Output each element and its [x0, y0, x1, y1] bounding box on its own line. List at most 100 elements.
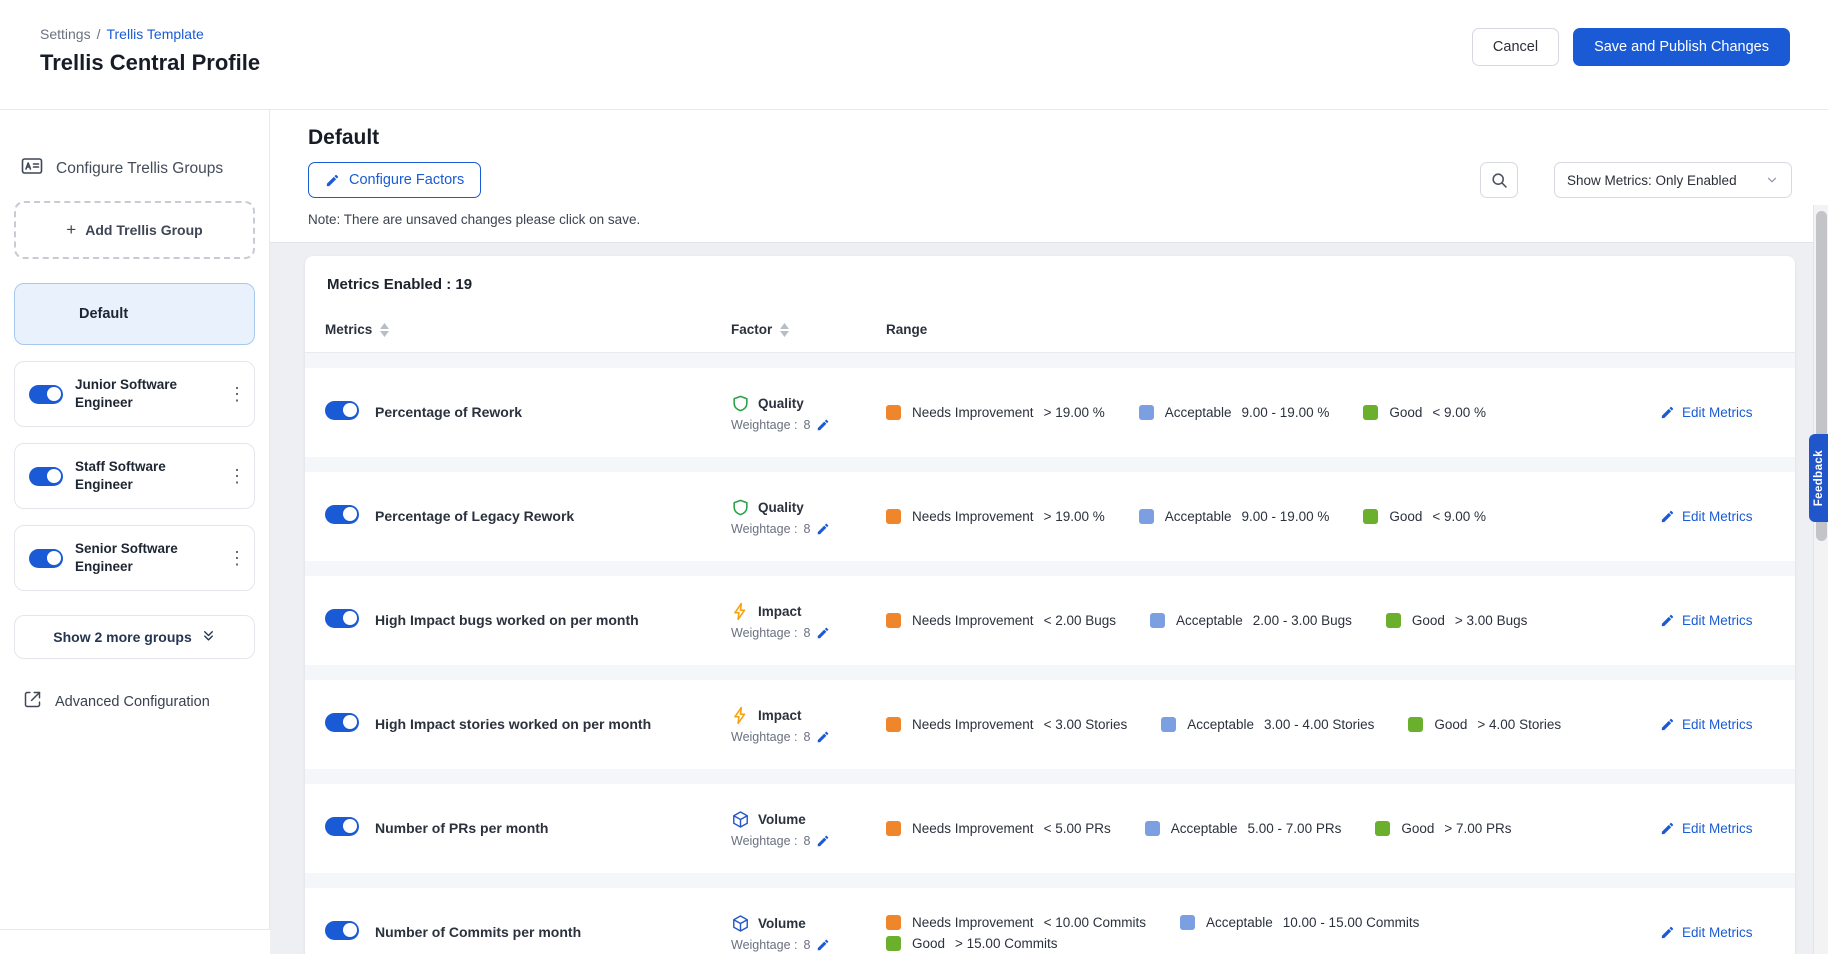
- unsaved-changes-note: Note: There are unsaved changes please c…: [308, 212, 1792, 242]
- range-value: 9.00 - 19.00 %: [1242, 509, 1330, 524]
- sidebar-item-default-group[interactable]: Default: [14, 283, 255, 345]
- column-header-range: Range: [886, 322, 1660, 337]
- edit-weightage-icon[interactable]: [816, 834, 830, 848]
- search-button[interactable]: [1480, 162, 1518, 198]
- range-color-swatch: [1180, 915, 1195, 930]
- metric-enabled-toggle[interactable]: [325, 713, 359, 732]
- factor-icon: [731, 394, 750, 413]
- range-value: < 2.00 Bugs: [1044, 613, 1116, 628]
- group-enabled-toggle[interactable]: [29, 467, 63, 486]
- configure-factors-button[interactable]: Configure Factors: [308, 162, 481, 198]
- vertical-scrollbar-track[interactable]: [1813, 205, 1828, 954]
- group-enabled-toggle[interactable]: [29, 549, 63, 568]
- metrics-card: Metrics Enabled : 19 Metrics Factor: [305, 256, 1795, 954]
- metric-enabled-toggle[interactable]: [325, 401, 359, 420]
- save-publish-button[interactable]: Save and Publish Changes: [1573, 28, 1790, 66]
- edit-pencil-icon: [1660, 821, 1675, 836]
- range-label: Acceptable: [1165, 509, 1232, 524]
- range-value: < 3.00 Stories: [1044, 717, 1128, 732]
- kebab-menu-icon[interactable]: ⋮: [226, 466, 248, 487]
- range-color-swatch: [1150, 613, 1165, 628]
- feedback-tab[interactable]: Feedback: [1809, 434, 1828, 522]
- factor-cell: Impact Weightage : 8: [731, 602, 886, 640]
- table-body: Percentage of Rework: [305, 353, 1795, 954]
- column-header-factor: Factor: [731, 322, 886, 337]
- metric-enabled-toggle[interactable]: [325, 817, 359, 836]
- range-acceptable: Acceptable 9.00 - 19.00 %: [1139, 509, 1330, 524]
- feedback-tab-label: Feedback: [1813, 450, 1825, 506]
- factor-name: Quality: [758, 396, 804, 411]
- edit-weightage-icon[interactable]: [816, 626, 830, 640]
- range-good: Good > 15.00 Commits: [886, 936, 1057, 951]
- range-color-swatch: [1161, 717, 1176, 732]
- edit-metrics-button[interactable]: Edit Metrics: [1660, 925, 1795, 940]
- range-label: Good: [1401, 821, 1434, 836]
- group-enabled-toggle[interactable]: [29, 385, 63, 404]
- range-acceptable: Acceptable 10.00 - 15.00 Commits: [1180, 915, 1419, 930]
- edit-metrics-button[interactable]: Edit Metrics: [1660, 509, 1795, 524]
- breadcrumb: Settings / Trellis Template: [40, 26, 260, 42]
- edit-weightage-icon[interactable]: [816, 938, 830, 952]
- range-color-swatch: [1375, 821, 1390, 836]
- main-header: Default Configure Factors: [270, 110, 1828, 242]
- metric-name-cell: High Impact stories worked on per month: [375, 716, 731, 734]
- weightage-value: 8: [803, 730, 810, 744]
- metric-name-cell: High Impact bugs worked on per month: [375, 612, 731, 630]
- cancel-button[interactable]: Cancel: [1472, 28, 1559, 66]
- metric-enabled-toggle[interactable]: [325, 609, 359, 628]
- show-more-groups-button[interactable]: Show 2 more groups: [14, 615, 255, 659]
- sort-metrics-icon[interactable]: [380, 323, 389, 337]
- edit-metrics-button[interactable]: Edit Metrics: [1660, 405, 1795, 420]
- edit-pencil-icon: [1660, 405, 1675, 420]
- kebab-menu-icon[interactable]: ⋮: [226, 548, 248, 569]
- metric-table-row: Number of Commits per month: [305, 888, 1795, 954]
- edit-pencil-icon: [1660, 717, 1675, 732]
- factor-cell: Quality Weightage : 8: [731, 498, 886, 536]
- edit-metrics-button[interactable]: Edit Metrics: [1660, 821, 1795, 836]
- show-metrics-filter-select[interactable]: Show Metrics: Only Enabled: [1554, 162, 1792, 198]
- trellis-settings-page: Settings / Trellis Template Trellis Cent…: [0, 0, 1828, 954]
- range-color-swatch: [1139, 509, 1154, 524]
- edit-weightage-icon[interactable]: [816, 418, 830, 432]
- range-color-swatch: [886, 613, 901, 628]
- edit-weightage-icon[interactable]: [816, 522, 830, 536]
- metrics-header-label: Metrics: [325, 322, 372, 337]
- add-trellis-group-button[interactable]: + Add Trellis Group: [14, 201, 255, 259]
- metric-toggle-cell: [305, 401, 375, 425]
- sidebar-group-card[interactable]: Junior Software Engineer ⋮: [14, 361, 255, 427]
- sort-factor-icon[interactable]: [780, 323, 789, 337]
- groups-card-icon: [20, 154, 44, 183]
- advanced-configuration-button[interactable]: Advanced Configuration: [14, 689, 255, 714]
- metric-table-row: Percentage of Rework: [305, 368, 1795, 457]
- edit-metrics-button[interactable]: Edit Metrics: [1660, 717, 1795, 732]
- range-value: > 15.00 Commits: [955, 936, 1057, 951]
- breadcrumb-settings-link[interactable]: Settings: [40, 26, 91, 42]
- factor-icon: [731, 914, 750, 933]
- edit-weightage-icon[interactable]: [816, 730, 830, 744]
- group-list: Junior Software Engineer ⋮ Staff Softwar…: [14, 361, 255, 591]
- range-good: Good > 7.00 PRs: [1375, 821, 1511, 836]
- add-trellis-group-label: Add Trellis Group: [85, 222, 202, 238]
- range-label: Acceptable: [1165, 405, 1232, 420]
- range-label: Good: [1412, 613, 1445, 628]
- weightage-label: Weightage :: [731, 522, 797, 536]
- range-color-swatch: [886, 405, 901, 420]
- kebab-menu-icon[interactable]: ⋮: [226, 384, 248, 405]
- range-value: > 4.00 Stories: [1477, 717, 1561, 732]
- sidebar-group-card[interactable]: Senior Software Engineer ⋮: [14, 525, 255, 591]
- metric-enabled-toggle[interactable]: [325, 921, 359, 940]
- sidebar-group-card[interactable]: Staff Software Engineer ⋮: [14, 443, 255, 509]
- range-label: Needs Improvement: [912, 915, 1034, 930]
- range-value: > 7.00 PRs: [1444, 821, 1511, 836]
- metric-enabled-toggle[interactable]: [325, 505, 359, 524]
- range-needs-improvement: Needs Improvement < 2.00 Bugs: [886, 613, 1116, 628]
- edit-metrics-label: Edit Metrics: [1682, 613, 1753, 628]
- breadcrumb-trellis-template-link[interactable]: Trellis Template: [106, 26, 203, 42]
- range-label: Needs Improvement: [912, 405, 1034, 420]
- range-color-swatch: [1145, 821, 1160, 836]
- edit-metrics-button[interactable]: Edit Metrics: [1660, 613, 1795, 628]
- metric-table-row: High Impact stories worked on per month: [305, 680, 1795, 769]
- table-header-row: Metrics Factor: [305, 307, 1795, 353]
- range-value: 5.00 - 7.00 PRs: [1248, 821, 1342, 836]
- range-good: Good < 9.00 %: [1363, 509, 1486, 524]
